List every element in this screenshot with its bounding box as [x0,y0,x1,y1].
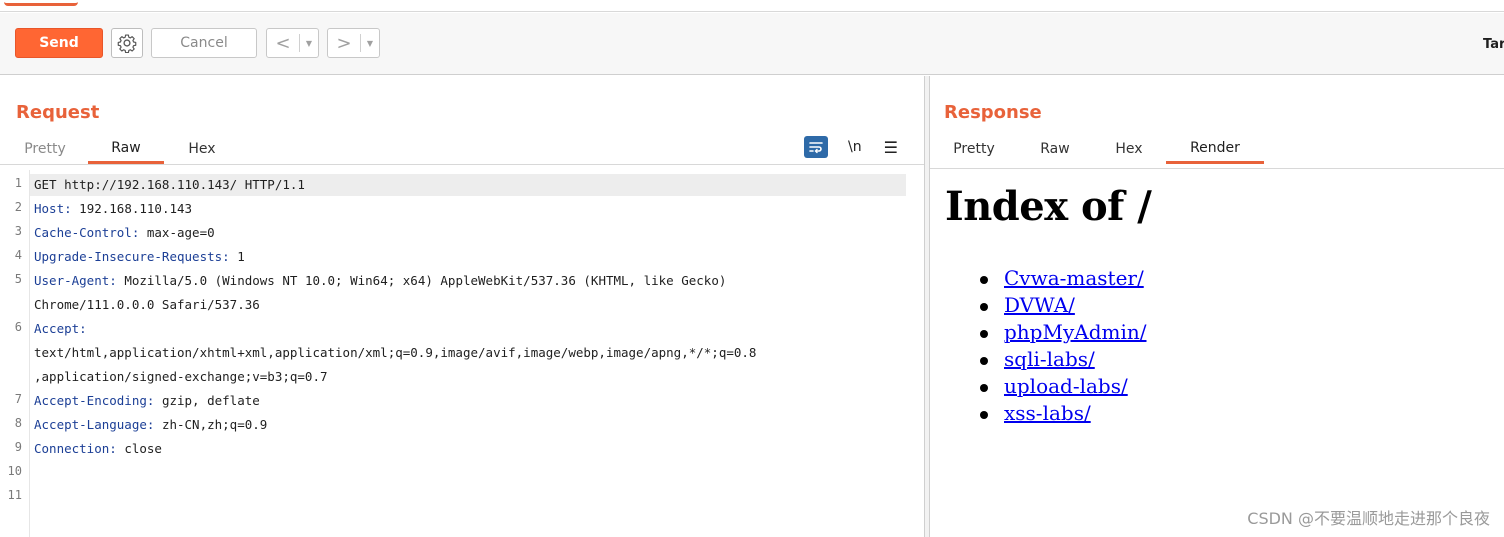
header-value: text/html,application/xhtml+xml,applicat… [34,345,757,360]
chevron-left-icon: < [275,32,291,54]
header-value: max-age=0 [139,225,215,240]
header-value: close [116,441,162,456]
header-value: 1 [229,249,245,264]
header-line-accept-language[interactable]: Accept-Language: zh-CN,zh;q=0.9 [34,414,267,436]
header-value: ,application/signed-exchange;v=b3;q=0.7 [34,369,328,384]
tab-raw[interactable]: Raw [88,134,164,164]
header-name: Cache-Control: [34,225,140,240]
line-number: 3 [14,224,22,238]
header-name: Host: [34,201,72,216]
response-tabs: Pretty Raw Hex Render [930,134,1264,164]
header-line-upgrade-insecure[interactable]: Upgrade-Insecure-Requests: 1 [34,246,245,268]
dropdown-arrow-icon[interactable]: ▼ [361,39,379,48]
header-value: Chrome/111.0.0.0 Safari/537.36 [34,297,260,312]
header-name: Upgrade-Insecure-Requests: [34,249,230,264]
hamburger-menu-icon[interactable]: ☰ [884,138,898,157]
header-value: Mozilla/5.0 (Windows NT 10.0; Win64; x64… [116,273,727,288]
watermark: CSDN @不要温顺地走进那个良夜 [1247,509,1490,528]
wrap-lines-icon [809,142,823,154]
line-number: 8 [14,416,22,430]
line-number: 4 [14,248,22,262]
tab-pretty[interactable]: Pretty [8,134,82,164]
target-label[interactable]: Tar [1483,37,1504,52]
dir-link-cvwa-master[interactable]: Cvwa-master/ [1004,266,1144,290]
directory-listing: Cvwa-master/ DVWA/ phpMyAdmin/ sqli-labs… [960,265,1147,427]
dropdown-arrow-icon[interactable]: ▼ [300,39,318,48]
settings-button[interactable] [111,28,143,58]
forward-button[interactable]: > ▼ [327,28,380,58]
dir-link-xss-labs[interactable]: xss-labs/ [1004,401,1091,425]
request-pane: Request Pretty Raw Hex \n ☰ 1 2 3 4 5 6 … [0,76,924,537]
line-number: 7 [14,392,22,406]
request-tools: \n ☰ [804,136,898,158]
line-number: 9 [14,440,22,454]
cancel-button[interactable]: Cancel [151,28,257,58]
request-title: Request [16,102,100,123]
tab-pretty[interactable]: Pretty [930,134,1018,164]
list-item: Cvwa-master/ [960,265,1147,292]
header-line-user-agent-cont[interactable]: Chrome/111.0.0.0 Safari/537.36 [34,294,260,316]
header-name: Accept: [34,321,87,336]
header-value: zh-CN,zh;q=0.9 [154,417,268,432]
header-line-accept-cont[interactable]: text/html,application/xhtml+xml,applicat… [34,342,756,364]
header-name: Accept-Language: [34,417,155,432]
line-number: 2 [14,200,22,214]
dir-link-phpmyadmin[interactable]: phpMyAdmin/ [1004,320,1147,344]
wrap-lines-button[interactable] [804,136,828,158]
request-editor[interactable]: 1 2 3 4 5 6 7 8 9 10 11 GET http://192.1… [0,170,924,537]
tab-hex[interactable]: Hex [1092,134,1166,164]
newline-toggle[interactable]: \n [848,139,862,155]
header-value: gzip, deflate [154,393,260,408]
header-name: Connection: [34,441,117,456]
tab-hex[interactable]: Hex [164,134,240,164]
send-button[interactable]: Send [15,28,103,58]
dir-link-dvwa[interactable]: DVWA/ [1004,293,1075,317]
page-heading: Index of / [945,183,1152,230]
line-number: 5 [14,272,22,286]
active-top-tab-indicator[interactable] [4,0,78,6]
response-title: Response [944,102,1042,123]
list-item: DVWA/ [960,292,1147,319]
line-number: 10 [7,464,22,478]
top-tab-strip [0,0,1504,12]
header-line-cache-control[interactable]: Cache-Control: max-age=0 [34,222,215,244]
repeater-toolbar: Send Cancel < ▼ > ▼ Tar [0,13,1504,75]
list-item: sqli-labs/ [960,346,1147,373]
line-number: 11 [7,488,22,502]
line-number: 1 [14,176,22,190]
tab-render[interactable]: Render [1166,134,1264,164]
header-line-accept-cont[interactable]: ,application/signed-exchange;v=b3;q=0.7 [34,366,328,388]
dir-link-upload-labs[interactable]: upload-labs/ [1004,374,1128,398]
line-number-gutter: 1 2 3 4 5 6 7 8 9 10 11 [0,170,30,537]
list-item: xss-labs/ [960,400,1147,427]
request-line-text: GET http://192.168.110.143/ HTTP/1.1 [34,177,305,192]
tab-raw[interactable]: Raw [1018,134,1092,164]
line-number: 6 [14,320,22,334]
request-tabs: Pretty Raw Hex [8,134,240,164]
header-line-accept[interactable]: Accept: [34,318,87,340]
header-line-user-agent[interactable]: User-Agent: Mozilla/5.0 (Windows NT 10.0… [34,270,726,292]
header-line-connection[interactable]: Connection: close [34,438,162,460]
tabs-divider [0,164,924,165]
list-item: phpMyAdmin/ [960,319,1147,346]
header-line-host[interactable]: Host: 192.168.110.143 [34,198,192,220]
header-line-accept-encoding[interactable]: Accept-Encoding: gzip, deflate [34,390,260,412]
list-item: upload-labs/ [960,373,1147,400]
gear-icon [117,34,137,53]
back-button[interactable]: < ▼ [266,28,319,58]
header-value: 192.168.110.143 [71,201,193,216]
dir-link-sqli-labs[interactable]: sqli-labs/ [1004,347,1095,371]
header-name: User-Agent: [34,273,117,288]
request-line[interactable]: GET http://192.168.110.143/ HTTP/1.1 [30,174,906,196]
response-pane: Response Pretty Raw Hex Render Index of … [930,76,1504,537]
header-name: Accept-Encoding: [34,393,155,408]
rendered-response: Index of / Cvwa-master/ DVWA/ phpMyAdmin… [930,168,1504,537]
chevron-right-icon: > [336,32,352,54]
